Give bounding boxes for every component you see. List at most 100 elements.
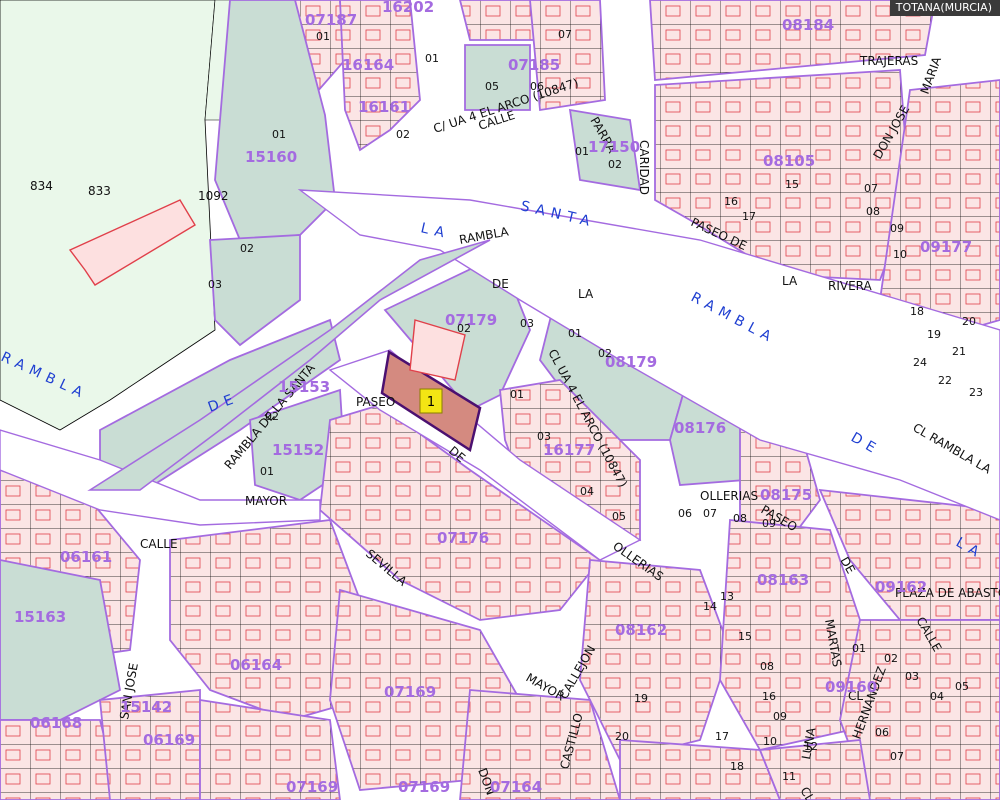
street-name-label: PASEO	[356, 395, 395, 409]
block-id: 15142	[120, 698, 172, 716]
block-15160b	[209, 234, 301, 347]
block-id: 07185	[508, 56, 560, 74]
parcel-number: 11	[782, 770, 796, 783]
parcel-number: 20	[615, 730, 629, 743]
parcel-number: 05	[612, 510, 626, 523]
block-id: 07169	[398, 778, 450, 796]
parcel-number: 15	[738, 630, 752, 643]
parcel-number: 10	[763, 735, 777, 748]
parcel-number: 08	[760, 660, 774, 673]
parcel-number: 01	[575, 145, 589, 158]
block-08162	[579, 559, 731, 762]
parcel-number: 22	[938, 374, 952, 387]
block-south-right	[619, 739, 781, 800]
parcel-number: 15	[785, 178, 799, 191]
block-id: 16164	[342, 56, 394, 74]
parcel-number: 16	[724, 195, 738, 208]
block-id: 08163	[757, 571, 809, 589]
street-name-label: 833	[88, 184, 111, 198]
cadastral-map[interactable]: 1 LASANTARAMBLARAMBLA DEDELA RAMBLADELACL…	[0, 0, 1000, 800]
parcel-number: 09	[762, 517, 776, 530]
parcel-number: 02	[608, 158, 622, 171]
map-title: TOTANA(MURCIA)	[889, 0, 1000, 16]
parcel-number: 08	[733, 512, 747, 525]
block-id: 06168	[30, 714, 82, 732]
parcel-number: 05	[485, 80, 499, 93]
parcel-number: 04	[930, 690, 944, 703]
parcel-number: 01	[272, 128, 286, 141]
block-id: 06161	[60, 548, 112, 566]
parcel-number: 05	[955, 680, 969, 693]
block-id: 08176	[674, 419, 726, 437]
parcel-number: 02	[396, 128, 410, 141]
parcel-marker-label: 1	[427, 395, 435, 410]
block-id: 08105	[763, 152, 815, 170]
block-id: 07169	[286, 778, 338, 796]
street-name-label: LA	[578, 287, 594, 301]
street-name-label: DE	[492, 277, 509, 291]
block-06168	[0, 719, 121, 800]
block-id: 15153	[278, 378, 330, 396]
parcel-number: 17	[742, 210, 756, 223]
street-name-label: LA	[782, 274, 798, 288]
parcel-number: 12	[804, 740, 818, 753]
parcel-number: 06	[875, 726, 889, 739]
block-id: 15163	[14, 608, 66, 626]
block-id: 15160	[245, 148, 297, 166]
block-id: 07179	[445, 311, 497, 329]
block-id: 06164	[230, 656, 282, 674]
parcel-number: 01	[510, 388, 524, 401]
parcel-number: 01	[568, 327, 582, 340]
parcel-number: 06	[530, 80, 544, 93]
block-id: 09162	[875, 578, 927, 596]
parcel-number: 10	[893, 248, 907, 261]
block-id: 07164	[490, 778, 542, 796]
block-id: 17150	[588, 138, 640, 156]
street-name-label: MAYOR	[245, 494, 287, 508]
parcel-number: 03	[905, 670, 919, 683]
block-id: 06169	[143, 731, 195, 749]
block-id: 16202	[382, 0, 434, 16]
parcel-number: 17	[715, 730, 729, 743]
street-name-label: CALLE	[140, 537, 178, 551]
parcel-number: 08	[866, 205, 880, 218]
parcel-number: 02	[884, 652, 898, 665]
street-name-label: RIVERA	[828, 279, 873, 293]
parcel-number: 14	[703, 600, 717, 613]
parcel-number: 03	[520, 317, 534, 330]
parcel-number: 19	[634, 692, 648, 705]
block-id: 08175	[760, 486, 812, 504]
parcel-number: 18	[910, 305, 924, 318]
parcel-number: 07	[703, 507, 717, 520]
block-id: 08179	[605, 353, 657, 371]
parcel-number: 09	[773, 710, 787, 723]
parcel-number: 01	[852, 642, 866, 655]
street-name-label: TRAJERAS	[859, 54, 918, 68]
parcel-number: 16	[762, 690, 776, 703]
parcel-number: 01	[316, 30, 330, 43]
parcel-number: 23	[969, 386, 983, 399]
parcel-number: 01	[425, 52, 439, 65]
block-id: 07187	[305, 11, 357, 29]
parcel-number: 13	[720, 590, 734, 603]
street-name-label: OLLERIAS	[700, 489, 758, 503]
block-id: 07169	[384, 683, 436, 701]
parcel-number: 02	[265, 410, 279, 423]
parcel-number: 24	[913, 356, 927, 369]
parcel-number: 21	[952, 345, 966, 358]
street-name-label: 1092	[198, 189, 229, 203]
block-id: 09177	[920, 238, 972, 256]
parcel-number: 03	[208, 278, 222, 291]
block-id: 08162	[615, 621, 667, 639]
street-name-label: 834	[30, 179, 53, 193]
parcel-number: 09	[890, 222, 904, 235]
block-id: 16177	[543, 441, 595, 459]
parcel-number: 07	[558, 28, 572, 41]
parcel-number: 01	[260, 465, 274, 478]
block-id: 16161	[358, 98, 410, 116]
block-id: 08184	[782, 16, 834, 34]
parcel-number: 07	[890, 750, 904, 763]
parcel-number: 20	[962, 315, 976, 328]
parcel-number: 06	[678, 507, 692, 520]
block-id: 09160	[825, 678, 877, 696]
